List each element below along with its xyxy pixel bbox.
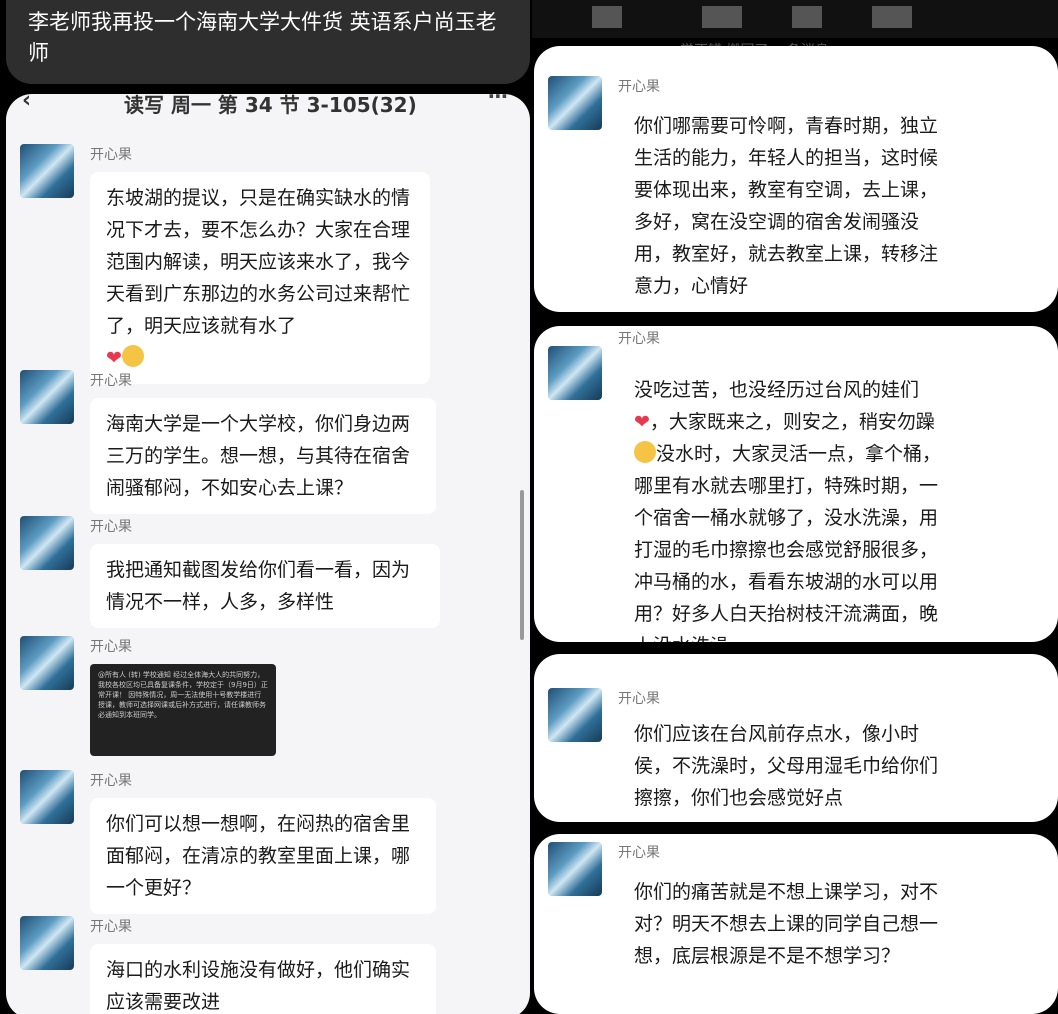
post-caption: 李老师我再投一个海南大学大件货 英语系户尚玉老师 [6, 0, 530, 84]
chat-message: 开心果 你们可以想一想啊，在闷热的宿舍里面郁闷，在清凉的教室里面上课，哪一个更好… [20, 770, 436, 914]
chat-message: 开心果 海口的水利设施没有做好，他们确实应该需要改进 [20, 916, 436, 1014]
avatar[interactable] [548, 842, 602, 896]
blurred-header-strip [532, 0, 1058, 38]
sender-name: 开心果 [618, 331, 660, 347]
message-bubble[interactable]: 我把通知截图发给你们看一看，因为情况不一样，人多，多样性 [90, 544, 440, 628]
avatar[interactable] [20, 370, 74, 424]
left-chat-screenshot: ‹ 读写 周一 第 34 节 3-105(32) ⋯ 开心果 东坡湖的提议，只是… [6, 94, 530, 1014]
sender-name: 开心果 [90, 639, 132, 655]
chat-message: 开心果 我把通知截图发给你们看一看，因为情况不一样，人多，多样性 [20, 516, 440, 628]
message-bubble[interactable]: 你们的痛苦就是不想上课学习，对不对？明天不想去上课的同学自己想一想，底层根源是不… [618, 870, 964, 982]
avatar[interactable] [548, 76, 602, 130]
message-text: 没吃过苦，也没经历过台风的娃们 [634, 379, 920, 401]
back-icon[interactable]: ‹ [22, 94, 31, 113]
message-bubble[interactable]: 东坡湖的提议，只是在确实缺水的情况下才去，要不怎么办？大家在合理范围内解读，明天… [90, 172, 430, 384]
right-chat-card: 开心果 你们应该在台风前存点水，像小时侯，不洗澡时，父母用湿毛巾给你们擦擦，你们… [534, 654, 1058, 822]
message-text: 没水时，大家灵活一点，拿个桶，哪里有水就去哪里打，特殊时期，一个宿舍一桶水就够了… [634, 443, 942, 642]
right-chat-card: 开心果 没吃过苦，也没经历过台风的娃们 ❤，大家既来之，则安之，稍安勿躁没水时，… [534, 326, 1058, 642]
sender-name: 开心果 [90, 147, 132, 163]
sender-name: 开心果 [90, 373, 132, 389]
message-text: 你们的痛苦就是不想上课学习，对不对？明天不想去上课的同学自己想一想，底层根源是不… [634, 881, 939, 967]
sender-name: 开心果 [618, 691, 660, 707]
more-icon[interactable]: ⋯ [488, 94, 508, 108]
message-text: ，大家既来之，则安之，稍安勿躁 [649, 411, 935, 433]
message-bubble[interactable]: 你们应该在台风前存点水，像小时侯，不洗澡时，父母用湿毛巾给你们擦擦，你们也会感觉… [618, 716, 964, 822]
message-text: 海口的水利设施没有做好，他们确实应该需要改进 [106, 959, 411, 1013]
message-text: 你们哪需要可怜啊，青春时期，独立生活的能力，年轻人的担当，这时候要体现出来，教室… [634, 115, 939, 297]
sender-name: 开心果 [618, 79, 660, 95]
message-text: 你们应该在台风前存点水，像小时侯，不洗澡时，父母用湿毛巾给你们擦擦，你们也会感觉… [634, 723, 939, 809]
avatar[interactable] [548, 688, 602, 742]
message-text: 海南大学是一个大学校，你们身边两三万的学生。想一想，与其待在宿舍闹骚郁闷，不如安… [106, 413, 411, 499]
smile-emoji-icon [634, 441, 656, 463]
message-bubble[interactable]: 海南大学是一个大学校，你们身边两三万的学生。想一想，与其待在宿舍闹骚郁闷，不如安… [90, 398, 436, 514]
scrollbar[interactable] [520, 490, 524, 640]
message-text: 东坡湖的提议，只是在确实缺水的情况下才去，要不怎么办？大家在合理范围内解读，明天… [106, 187, 411, 337]
avatar[interactable] [20, 516, 74, 570]
chat-header: ‹ 读写 周一 第 34 节 3-105(32) ⋯ [6, 94, 530, 126]
avatar[interactable] [20, 770, 74, 824]
message-bubble[interactable]: 没吃过苦，也没经历过台风的娃们 ❤，大家既来之，则安之，稍安勿躁没水时，大家灵活… [618, 356, 964, 642]
avatar[interactable] [20, 144, 74, 198]
message-text: 我把通知截图发给你们看一看，因为情况不一样，人多，多样性 [106, 559, 411, 613]
chat-message: 开心果 你们的痛苦就是不想上课学习，对不对？明天不想去上课的同学自己想一想，底层… [548, 842, 964, 982]
right-chat-card: 开心果 你们哪需要可怜啊，青春时期，独立生活的能力，年轻人的担当，这时候要体现出… [534, 46, 1058, 312]
heart-icon: ❤ [106, 347, 122, 369]
message-bubble[interactable]: 你们可以想一想啊，在闷热的宿舍里面郁闷，在清凉的教室里面上课，哪一个更好？ [90, 798, 436, 914]
sender-name: 开心果 [618, 845, 660, 861]
chat-message: 开心果 你们哪需要可怜啊，青春时期，独立生活的能力，年轻人的担当，这时候要体现出… [548, 76, 964, 312]
sender-name: 开心果 [90, 519, 132, 535]
notice-screenshot-image[interactable]: @所有人 (转) 学校通知 经过全体海大人的共同努力，我校各校区均已具备复课条件… [90, 664, 276, 756]
chat-title: 读写 周一 第 34 节 3-105(32) [124, 94, 417, 117]
message-text: 你们可以想一想啊，在闷热的宿舍里面郁闷，在清凉的教室里面上课，哪一个更好？ [106, 813, 411, 899]
chat-message: 开心果 @所有人 (转) 学校通知 经过全体海大人的共同努力，我校各校区均已具备… [20, 636, 276, 756]
heart-icon: ❤ [634, 411, 650, 433]
message-bubble[interactable]: 你们哪需要可怜啊，青春时期，独立生活的能力，年轻人的担当，这时候要体现出来，教室… [618, 104, 964, 312]
right-chat-card: 开心果 你们的痛苦就是不想上课学习，对不对？明天不想去上课的同学自己想一想，底层… [534, 834, 1058, 1014]
avatar[interactable] [548, 346, 602, 400]
sender-name: 开心果 [90, 773, 132, 789]
avatar[interactable] [20, 636, 74, 690]
smile-emoji-icon [121, 345, 144, 367]
chat-message: 开心果 你们应该在台风前存点水，像小时侯，不洗澡时，父母用湿毛巾给你们擦擦，你们… [548, 688, 964, 822]
chat-message: 开心果 东坡湖的提议，只是在确实缺水的情况下才去，要不怎么办？大家在合理范围内解… [20, 144, 430, 384]
sender-name: 开心果 [90, 919, 132, 935]
message-bubble[interactable]: 海口的水利设施没有做好，他们确实应该需要改进 [90, 944, 436, 1014]
chat-message: 开心果 没吃过苦，也没经历过台风的娃们 ❤，大家既来之，则安之，稍安勿躁没水时，… [548, 328, 964, 642]
chat-message: 开心果 海南大学是一个大学校，你们身边两三万的学生。想一想，与其待在宿舍闹骚郁闷… [20, 370, 436, 514]
avatar[interactable] [20, 916, 74, 970]
